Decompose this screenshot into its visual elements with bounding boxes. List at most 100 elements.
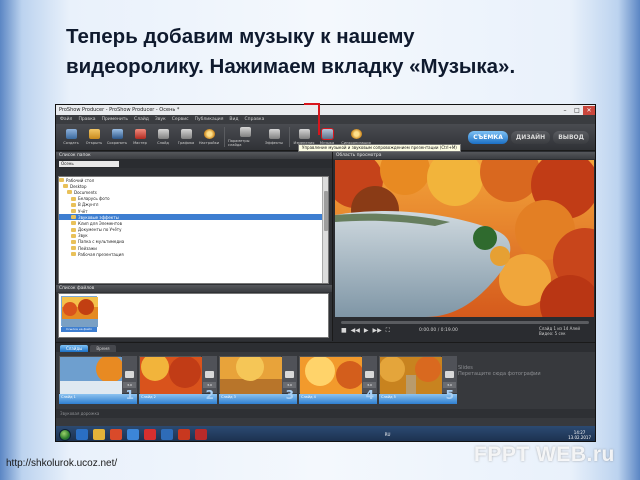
stop-icon[interactable]: ■ — [341, 327, 347, 335]
tool-label: Создать — [63, 141, 79, 145]
preview-image — [335, 160, 594, 317]
new-show-button[interactable]: Создать — [60, 125, 82, 149]
open-folder-icon — [88, 129, 100, 139]
title-bar: ProShow Producer - ProShow Producer - Ос… — [56, 105, 595, 115]
menu-sound[interactable]: Звук — [155, 117, 166, 122]
slide-photo — [220, 353, 282, 394]
tree-item[interactable]: Рабочая презентация — [59, 251, 328, 257]
proshow-icon[interactable] — [195, 429, 207, 440]
slide-label: Слайд 5 — [381, 395, 396, 399]
file-list-header: Список файлов — [56, 285, 332, 292]
tab-slides[interactable]: Слайды — [60, 345, 89, 352]
slide-number: 1 — [125, 388, 134, 402]
selected-file-caption: Ссылка на файл — [61, 327, 97, 332]
tree-label: Клип для Элементов — [78, 220, 122, 226]
selected-photo-thumbnail[interactable] — [61, 296, 98, 327]
yandex-icon[interactable] — [144, 429, 156, 440]
slide-button[interactable]: Слайд — [152, 125, 174, 149]
folder-icon — [71, 233, 76, 238]
menu-help[interactable]: Справка — [245, 117, 265, 122]
scrollbar-thumb[interactable] — [324, 191, 328, 231]
menu-slide[interactable]: Слайд — [134, 117, 149, 122]
slide-icon — [157, 129, 169, 139]
seek-bar[interactable] — [341, 321, 589, 324]
sound-icon — [445, 371, 454, 378]
slide-info: Слайд 1 из 14 Алей Видео: 5 сек — [539, 326, 580, 336]
folder-icon — [71, 215, 76, 220]
slide-label: Слайд 2 — [141, 395, 156, 399]
menu-publish[interactable]: Публикация — [195, 117, 224, 122]
slide-label: Слайд 4 — [301, 395, 316, 399]
tree-label: Папка с мультимедиа — [78, 239, 125, 245]
slide-number: 5 — [445, 388, 454, 402]
forward-icon[interactable]: ▶▶ — [373, 327, 382, 335]
browser-icon[interactable] — [161, 429, 173, 440]
powerpoint-icon[interactable] — [178, 429, 190, 440]
tab-design[interactable]: ДИЗАЙН — [510, 130, 551, 144]
slide-photo — [140, 353, 202, 394]
folder-tree: Рабочий стол Desktop Documents Беларусь … — [58, 176, 329, 284]
slide-thumbnail — [139, 353, 202, 394]
tab-output[interactable]: ВЫВОД — [553, 130, 589, 144]
tree-scrollbar[interactable] — [322, 177, 328, 283]
folder-panel: Список папок Осень Рабочий стол Desktop … — [56, 152, 333, 341]
menu-view[interactable]: Вид — [229, 117, 238, 122]
minimize-button[interactable]: – — [559, 106, 571, 115]
graphics-button[interactable]: Графика — [175, 125, 197, 149]
autumn-photo — [62, 297, 98, 327]
tool-label: Графика — [177, 141, 195, 145]
menu-file[interactable]: Файл — [60, 117, 72, 122]
play-icon[interactable]: ▶ — [364, 327, 369, 335]
media-player-icon[interactable] — [110, 429, 122, 440]
maximize-button[interactable]: □ — [571, 106, 583, 115]
sound-icon — [285, 371, 294, 378]
tab-timeline[interactable]: Время — [90, 345, 116, 352]
ie-icon[interactable] — [76, 429, 88, 440]
slide-slot[interactable]: 3.0 Слайд 2 2 — [139, 353, 217, 406]
save-button[interactable]: Сохранить — [106, 125, 128, 149]
start-button[interactable] — [59, 428, 71, 441]
effects-button[interactable]: Эффекты — [263, 125, 285, 149]
sound-track[interactable]: Звуковая дорожка — [56, 409, 595, 418]
tree-label: Звуковые эффекты — [78, 214, 119, 220]
menu-tools[interactable]: Сервис — [172, 117, 189, 122]
effects-icon — [268, 129, 280, 139]
slide-label: Слайд 3 — [221, 395, 236, 399]
tab-create[interactable]: СЪЕМКА — [468, 130, 508, 144]
menu-edit[interactable]: Правка — [78, 117, 95, 122]
folder-icon — [71, 252, 76, 257]
folder-panel-header: Список папок — [56, 152, 332, 159]
rewind-icon[interactable]: ◀◀ — [351, 327, 360, 335]
time-readout: 0:00.00 / 0:19.00 — [419, 328, 458, 333]
folder-select[interactable]: Осень — [59, 160, 119, 167]
slide-options-button[interactable]: Параметры слайда — [228, 125, 262, 149]
file-list: Ссылка на файл — [58, 293, 329, 338]
empty-slot-hint: Slides Перетащите сюда фотографии — [458, 365, 541, 377]
chrome-icon[interactable] — [127, 429, 139, 440]
language-indicator[interactable]: RU — [385, 432, 391, 437]
close-button[interactable]: ✕ — [583, 105, 595, 115]
menu-apply[interactable]: Применить — [102, 117, 128, 122]
open-button[interactable]: Открыть — [83, 125, 105, 149]
window-controls: – □ ✕ — [559, 105, 595, 115]
explorer-icon[interactable] — [93, 429, 105, 440]
clock[interactable]: 14:27 13.02.2017 — [568, 430, 591, 440]
slide-slot[interactable]: 3.0 Слайд 3 3 — [219, 353, 297, 406]
tree-label: Звук — [78, 233, 88, 239]
proshow-window: ProShow Producer - ProShow Producer - Ос… — [55, 104, 596, 442]
red-pointer-line — [304, 103, 320, 135]
folder-icon — [71, 202, 76, 207]
toolbar-divider — [289, 127, 290, 147]
settings-button[interactable]: Настройки — [198, 125, 220, 149]
new-show-icon — [65, 129, 77, 139]
slide-slot[interactable]: 3.0 Слайд 1 1 — [59, 355, 137, 406]
tree-label: Документы по Учёту — [78, 227, 122, 233]
slide-slot[interactable]: 3.0 Слайд 4 4 — [299, 356, 377, 406]
tool-label: Слайд — [157, 141, 169, 145]
slide-thumbnail — [379, 356, 442, 394]
fullscreen-icon[interactable]: ⛶ — [386, 327, 390, 335]
sound-icon — [125, 371, 134, 378]
music-icon — [321, 129, 333, 139]
wizard-button[interactable]: Мастер — [129, 125, 151, 149]
slide-slot[interactable]: 3.0 Слайд 5 5 — [379, 356, 457, 406]
